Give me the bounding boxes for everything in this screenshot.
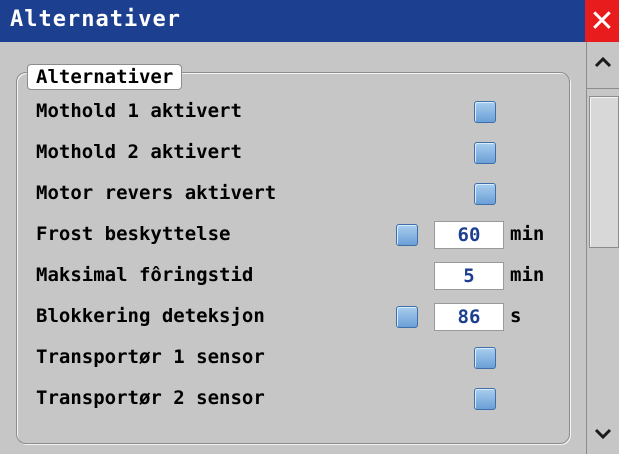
frost-unit: min	[510, 223, 545, 245]
options-panel: Alternativer Mothold 1 aktivert Mothold …	[0, 42, 587, 454]
option-label: Blokkering deteksjon	[36, 305, 265, 327]
title-bar: Alternativer ✕	[0, 0, 619, 42]
frost-value-field[interactable]: 60	[434, 221, 504, 249]
option-label: Maksimal fôringstid	[36, 264, 254, 286]
motor-revers-checkbox[interactable]	[474, 183, 496, 205]
option-label: Mothold 1 aktivert	[36, 100, 242, 122]
option-label: Transportør 2 sensor	[36, 387, 265, 409]
close-icon[interactable]: ✕	[585, 0, 619, 42]
frost-checkbox[interactable]	[396, 224, 418, 246]
option-row-frost: Frost beskyttelse 60 min	[36, 219, 576, 253]
option-row-motor-revers: Motor revers aktivert	[36, 178, 576, 212]
blocking-value-field[interactable]: 86	[434, 303, 504, 331]
scroll-thumb[interactable]	[589, 96, 619, 248]
feeding-time-unit: min	[510, 264, 545, 286]
scroll-down-icon[interactable]	[587, 414, 619, 454]
scroll-track-divider	[587, 88, 619, 89]
chevron-up-icon	[594, 56, 612, 68]
option-label: Mothold 2 aktivert	[36, 141, 242, 163]
conveyor-2-sensor-checkbox[interactable]	[474, 388, 496, 410]
option-row-conveyor-1: Transportør 1 sensor	[36, 342, 576, 376]
option-row-mothold-2: Mothold 2 aktivert	[36, 137, 576, 171]
option-row-conveyor-2: Transportør 2 sensor	[36, 383, 576, 417]
option-label: Transportør 1 sensor	[36, 346, 265, 368]
option-row-blocking: Blokkering deteksjon 86 s	[36, 301, 576, 335]
window-title: Alternativer	[10, 7, 181, 32]
group-legend: Alternativer	[27, 64, 183, 90]
blocking-checkbox[interactable]	[396, 306, 418, 328]
chevron-down-icon	[594, 428, 612, 440]
feeding-time-value-field[interactable]: 5	[434, 262, 504, 290]
option-row-feeding-time: Maksimal fôringstid 5 min	[36, 260, 576, 294]
option-label: Motor revers aktivert	[36, 182, 277, 204]
mothold-1-checkbox[interactable]	[474, 101, 496, 123]
vertical-scrollbar[interactable]	[586, 42, 619, 454]
scroll-up-icon[interactable]	[587, 42, 619, 82]
blocking-unit: s	[510, 305, 522, 327]
conveyor-1-sensor-checkbox[interactable]	[474, 347, 496, 369]
mothold-2-checkbox[interactable]	[474, 142, 496, 164]
option-row-mothold-1: Mothold 1 aktivert	[36, 96, 576, 130]
option-label: Frost beskyttelse	[36, 223, 231, 245]
